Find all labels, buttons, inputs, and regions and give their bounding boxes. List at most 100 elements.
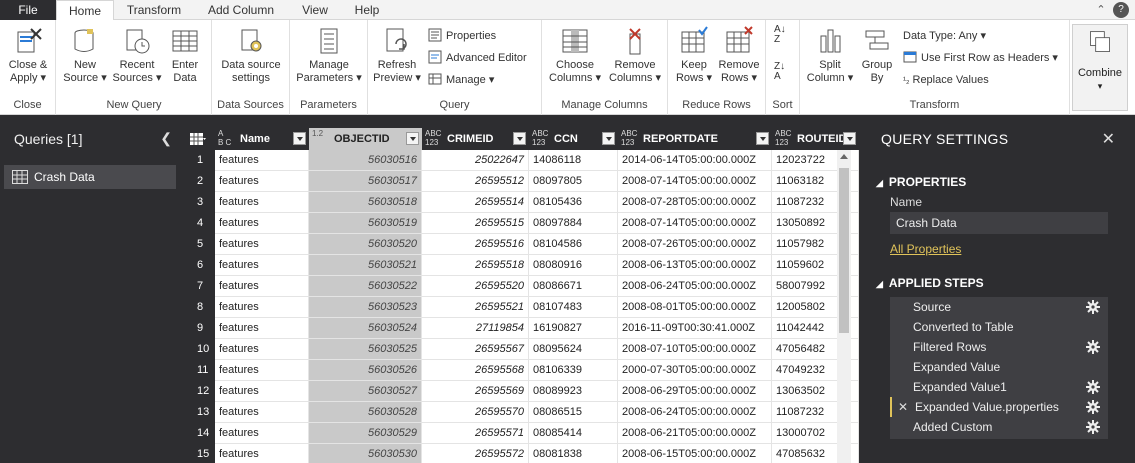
- table-cell[interactable]: 56030517: [309, 171, 422, 192]
- table-cell[interactable]: 2008-07-10T05:00:00.000Z: [618, 339, 772, 360]
- table-cell[interactable]: 56030528: [309, 402, 422, 423]
- table-cell[interactable]: features: [215, 381, 309, 402]
- table-cell[interactable]: 2008-06-21T05:00:00.000Z: [618, 423, 772, 444]
- table-menu-button[interactable]: [187, 128, 215, 150]
- table-cell[interactable]: 26595567: [422, 339, 529, 360]
- gear-icon[interactable]: [1086, 300, 1100, 314]
- new-source-button[interactable]: New Source ▾: [63, 26, 107, 85]
- table-cell[interactable]: features: [215, 318, 309, 339]
- table-cell[interactable]: 26595515: [422, 213, 529, 234]
- table-cell[interactable]: 2008-06-29T05:00:00.000Z: [618, 381, 772, 402]
- table-cell[interactable]: 26595516: [422, 234, 529, 255]
- table-cell[interactable]: 2008-07-26T05:00:00.000Z: [618, 234, 772, 255]
- column-type-icon[interactable]: A: [218, 130, 223, 138]
- applied-step[interactable]: Expanded Value: [890, 357, 1108, 377]
- vertical-scrollbar[interactable]: [837, 150, 851, 463]
- table-cell[interactable]: features: [215, 171, 309, 192]
- filter-dropdown-icon[interactable]: [602, 132, 615, 145]
- filter-dropdown-icon[interactable]: [406, 132, 419, 145]
- recent-sources-button[interactable]: Recent Sources ▾: [111, 26, 163, 85]
- table-cell[interactable]: 56030516: [309, 150, 422, 171]
- manage-button[interactable]: Manage ▾: [428, 71, 494, 89]
- applied-step[interactable]: Source: [890, 297, 1108, 317]
- table-cell[interactable]: 56030520: [309, 234, 422, 255]
- split-column-button[interactable]: Split Column ▾: [806, 26, 854, 85]
- refresh-preview-button[interactable]: Refresh Preview ▾: [372, 26, 422, 85]
- column-header[interactable]: 1.2 OBJECTID: [309, 128, 422, 150]
- delete-step-icon[interactable]: ✕: [898, 397, 908, 417]
- gear-icon[interactable]: [1086, 380, 1100, 394]
- manage-parameters-button[interactable]: Manage Parameters ▾: [294, 26, 364, 85]
- gear-icon[interactable]: [1086, 420, 1100, 434]
- table-cell[interactable]: 56030524: [309, 318, 422, 339]
- table-cell[interactable]: features: [215, 360, 309, 381]
- column-type-icon[interactable]: ABC: [775, 130, 791, 138]
- table-cell[interactable]: 16190827: [529, 318, 618, 339]
- tab-home[interactable]: Home: [56, 0, 114, 21]
- gear-icon[interactable]: [1086, 400, 1100, 414]
- tab-file[interactable]: File: [0, 0, 56, 20]
- filter-dropdown-icon[interactable]: [293, 132, 306, 145]
- table-cell[interactable]: 2008-06-24T05:00:00.000Z: [618, 276, 772, 297]
- table-cell[interactable]: 08104586: [529, 234, 618, 255]
- table-cell[interactable]: 56030521: [309, 255, 422, 276]
- table-cell[interactable]: 2000-07-30T05:00:00.000Z: [618, 360, 772, 381]
- table-cell[interactable]: 56030522: [309, 276, 422, 297]
- table-cell[interactable]: features: [215, 339, 309, 360]
- table-cell[interactable]: 56030526: [309, 360, 422, 381]
- table-cell[interactable]: 08085414: [529, 423, 618, 444]
- advanced-editor-button[interactable]: Advanced Editor: [428, 49, 527, 67]
- filter-dropdown-icon[interactable]: [756, 132, 769, 145]
- scrollbar-thumb[interactable]: [839, 168, 849, 333]
- table-cell[interactable]: 2008-07-14T05:00:00.000Z: [618, 213, 772, 234]
- table-cell[interactable]: 26595520: [422, 276, 529, 297]
- table-cell[interactable]: 25022647: [422, 150, 529, 171]
- sort-ascending-button[interactable]: A↓ Z: [774, 25, 786, 45]
- remove-columns-button[interactable]: Remove Columns ▾: [606, 26, 664, 85]
- table-cell[interactable]: features: [215, 234, 309, 255]
- data-source-settings-button[interactable]: Data source settings: [216, 26, 286, 85]
- table-cell[interactable]: 56030523: [309, 297, 422, 318]
- table-cell[interactable]: features: [215, 297, 309, 318]
- applied-steps-section-header[interactable]: ◢ APPLIED STEPS: [876, 276, 984, 290]
- filter-dropdown-icon[interactable]: [843, 132, 856, 145]
- table-cell[interactable]: features: [215, 423, 309, 444]
- table-cell[interactable]: 2008-06-13T05:00:00.000Z: [618, 255, 772, 276]
- table-cell[interactable]: 14086118: [529, 150, 618, 171]
- table-cell[interactable]: 08097805: [529, 171, 618, 192]
- table-cell[interactable]: 26595569: [422, 381, 529, 402]
- data-type-dropdown[interactable]: Data Type: Any ▾: [903, 27, 986, 45]
- sort-descending-button[interactable]: Z↓ A: [774, 62, 785, 82]
- help-icon[interactable]: ?: [1113, 2, 1129, 18]
- choose-columns-button[interactable]: Choose Columns ▾: [546, 26, 604, 85]
- query-name-field[interactable]: Crash Data: [890, 212, 1108, 234]
- table-cell[interactable]: 56030530: [309, 444, 422, 463]
- table-cell[interactable]: features: [215, 255, 309, 276]
- close-icon[interactable]: ✕: [1102, 129, 1115, 149]
- table-cell[interactable]: 08106339: [529, 360, 618, 381]
- column-type-icon[interactable]: ABC: [425, 130, 441, 138]
- table-cell[interactable]: 26595568: [422, 360, 529, 381]
- column-header[interactable]: ABC 123 CRIMEID: [422, 128, 529, 150]
- table-cell[interactable]: 2008-06-15T05:00:00.000Z: [618, 444, 772, 463]
- table-cell[interactable]: 26595570: [422, 402, 529, 423]
- table-cell[interactable]: 56030518: [309, 192, 422, 213]
- table-cell[interactable]: 08086515: [529, 402, 618, 423]
- table-cell[interactable]: 56030529: [309, 423, 422, 444]
- group-by-button[interactable]: Group By: [856, 26, 898, 85]
- properties-section-header[interactable]: ◢ PROPERTIES: [876, 175, 966, 189]
- table-cell[interactable]: 2016-11-09T00:30:41.000Z: [618, 318, 772, 339]
- use-first-row-headers-button[interactable]: Use First Row as Headers ▾: [903, 49, 1058, 67]
- table-cell[interactable]: 2008-07-28T05:00:00.000Z: [618, 192, 772, 213]
- table-cell[interactable]: 08105436: [529, 192, 618, 213]
- table-cell[interactable]: 26595521: [422, 297, 529, 318]
- tab-view[interactable]: View: [290, 0, 340, 20]
- enter-data-button[interactable]: Enter Data: [165, 26, 205, 85]
- table-cell[interactable]: 26595514: [422, 192, 529, 213]
- applied-step[interactable]: Expanded Value1: [890, 377, 1108, 397]
- tab-add-column[interactable]: Add Column: [194, 0, 288, 20]
- column-header[interactable]: ABC 123 ROUTEID: [772, 128, 859, 150]
- filter-dropdown-icon[interactable]: [513, 132, 526, 145]
- table-cell[interactable]: 08081838: [529, 444, 618, 463]
- query-item-crash-data[interactable]: Crash Data: [4, 165, 176, 189]
